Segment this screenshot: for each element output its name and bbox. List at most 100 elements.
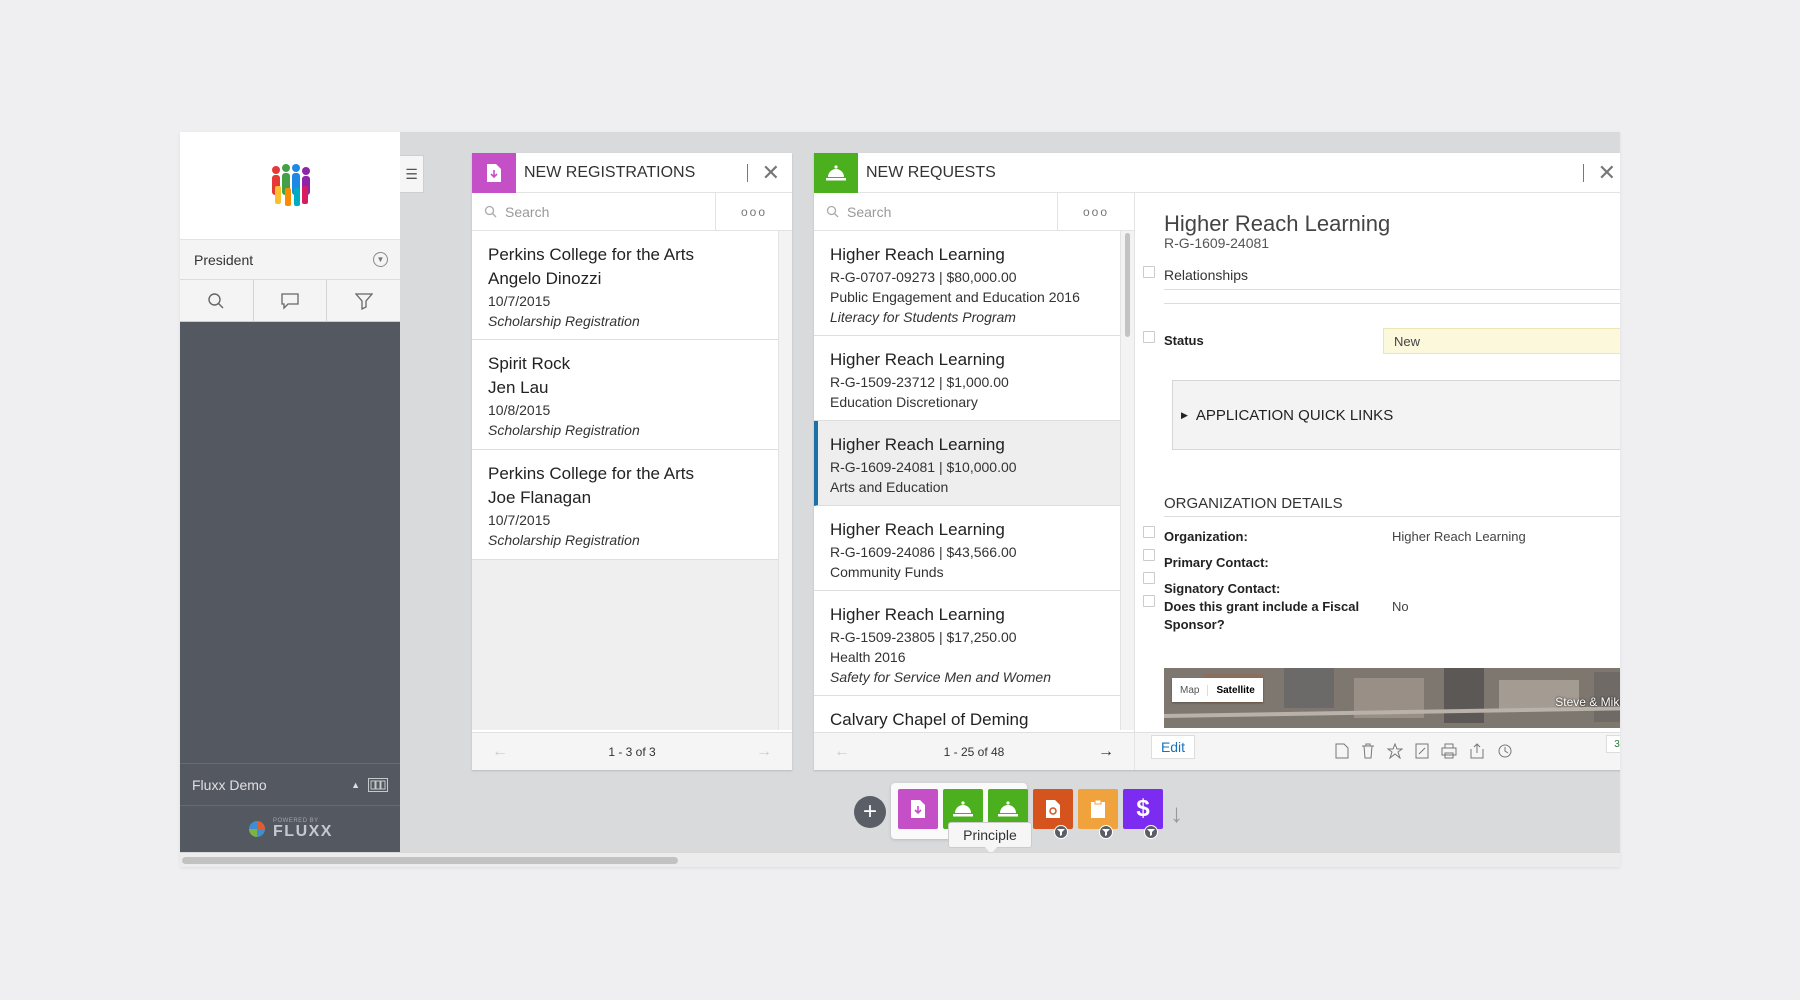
organization-value[interactable]: Higher Reach Learning — [1392, 529, 1526, 544]
document-icon — [1143, 549, 1155, 561]
status-field[interactable]: New — [1383, 328, 1620, 354]
detail-footer-toolbar: Edit 3 — [1134, 732, 1620, 770]
dock-registrations-icon[interactable] — [898, 789, 938, 829]
role-selector[interactable]: President ▼ — [180, 240, 400, 280]
list-item[interactable]: Calvary Chapel of Deming — [814, 696, 1120, 730]
requests-list: Higher Reach Learning R-G-0707-09273 | $… — [814, 231, 1134, 730]
list-item[interactable]: Spirit Rock Jen Lau 10/8/2015 Scholarshi… — [472, 340, 778, 450]
plus-icon: + — [862, 798, 877, 825]
trash-icon[interactable] — [1361, 743, 1375, 759]
satellite-map[interactable]: Map Satellite Steve & Mike Pl — [1164, 668, 1620, 728]
scrollbar-thumb[interactable] — [1125, 233, 1130, 337]
menu-toggle-button[interactable]: ☰ — [400, 155, 424, 193]
list-item-selected[interactable]: Higher Reach Learning R-G-1609-24081 | $… — [814, 421, 1120, 506]
vertical-scrollbar[interactable] — [1120, 231, 1134, 730]
workspace-label: Fluxx Demo — [192, 776, 267, 793]
card-header: NEW REQUESTS ✕ — [814, 153, 1620, 193]
item-program: Public Engagement and Education 2016 — [830, 289, 1080, 305]
arrow-down-icon[interactable]: ↓ — [1170, 798, 1183, 829]
registration-icon — [472, 153, 516, 193]
count-badge[interactable]: 3 — [1606, 735, 1620, 753]
prev-page-arrow-icon[interactable]: ← — [492, 743, 508, 761]
list-item[interactable]: Perkins College for the Arts Joe Flanaga… — [472, 450, 778, 560]
registrations-list: Perkins College for the Arts Angelo Dino… — [472, 231, 792, 730]
star-icon[interactable] — [1387, 743, 1403, 759]
detail-title: Higher Reach Learning — [1164, 211, 1391, 236]
search-button[interactable] — [180, 280, 254, 321]
share-icon[interactable] — [1469, 743, 1485, 759]
item-initiative: Safety for Service Men and Women — [830, 669, 1051, 685]
item-id-amount: R-G-1509-23805 | $17,250.00 — [830, 629, 1017, 645]
relationships-heading[interactable]: Relationships — [1164, 267, 1248, 283]
more-options-button[interactable]: ooo — [1058, 193, 1134, 230]
item-date: 10/7/2015 — [488, 293, 551, 309]
item-date: 10/8/2015 — [488, 402, 551, 418]
item-program: Community Funds — [830, 564, 944, 580]
workspace-switcher[interactable]: Fluxx Demo ▲ — [180, 763, 400, 805]
search-icon — [826, 205, 839, 218]
caret-right-icon: ▶ — [1181, 409, 1188, 420]
vertical-scrollbar[interactable] — [778, 231, 792, 730]
refresh-icon[interactable] — [1497, 743, 1513, 759]
more-options-button[interactable]: ooo — [716, 193, 792, 230]
fiscal-sponsor-label-line2: Sponsor? — [1164, 617, 1225, 632]
filter-icon[interactable] — [1054, 825, 1068, 839]
dashboard-layout-icon[interactable] — [368, 777, 388, 792]
close-icon[interactable]: ✕ — [762, 161, 780, 184]
document-icon — [1143, 331, 1155, 343]
list-item[interactable]: Higher Reach Learning R-G-1609-24086 | $… — [814, 506, 1120, 591]
list-item[interactable]: Higher Reach Learning R-G-1509-23805 | $… — [814, 591, 1120, 696]
map-type-toggle: Map Satellite — [1172, 678, 1263, 702]
document-icon — [1143, 266, 1155, 278]
pdf-icon[interactable] — [1415, 743, 1429, 759]
dock-tooltip: Principle — [948, 822, 1032, 854]
item-organization: Perkins College for the Arts — [488, 464, 694, 483]
card-header: NEW REGISTRATIONS ✕ — [472, 153, 792, 193]
edit-button[interactable]: Edit — [1151, 735, 1195, 759]
caret-up-icon: ▲ — [351, 779, 360, 790]
print-icon[interactable] — [1441, 743, 1457, 759]
horizontal-scrollbar[interactable] — [180, 852, 1620, 867]
status-label: Status — [1164, 333, 1204, 348]
search-input[interactable]: Search — [814, 193, 1058, 230]
close-icon[interactable]: ✕ — [1598, 161, 1616, 184]
scrollbar-thumb[interactable] — [182, 857, 678, 864]
list-item[interactable]: Perkins College for the Arts Angelo Dino… — [472, 231, 778, 340]
item-organization: Spirit Rock — [488, 354, 571, 373]
new-requests-card: NEW REQUESTS ✕ Search ooo Higher Reach L… — [814, 153, 1620, 770]
satellite-button[interactable]: Satellite — [1207, 684, 1262, 696]
dock-payments-icon[interactable]: $ — [1123, 789, 1163, 829]
filter-icon[interactable] — [1144, 825, 1158, 839]
next-page-arrow-icon[interactable]: → — [756, 743, 772, 761]
filter-icon[interactable] — [1099, 825, 1113, 839]
item-initiative: Literacy for Students Program — [830, 309, 1016, 325]
pagination-bar: ← 1 - 25 of 48 → — [814, 732, 1134, 770]
application-quick-links[interactable]: ▶ APPLICATION QUICK LINKS — [1172, 380, 1620, 450]
document-add-icon[interactable] — [1335, 743, 1349, 759]
primary-contact-label: Primary Contact: — [1164, 555, 1269, 570]
prev-page-arrow-icon[interactable]: ← — [834, 743, 850, 761]
map-button[interactable]: Map — [1172, 685, 1207, 696]
app-window: President ▼ Fluxx Demo ▲ POWERED BY FLUX… — [180, 132, 1620, 867]
fiscal-sponsor-label: Does this grant include a Fiscal Sponsor… — [1164, 598, 1359, 634]
next-page-arrow-icon[interactable]: → — [1098, 743, 1114, 761]
filter-button[interactable] — [327, 280, 400, 321]
item-person: Jen Lau — [488, 378, 549, 397]
item-program: Arts and Education — [830, 479, 949, 495]
list-item[interactable]: Higher Reach Learning R-G-0707-09273 | $… — [814, 231, 1120, 336]
pagination-bar: ← 1 - 3 of 3 → — [472, 732, 792, 770]
pagination-text: 1 - 3 of 3 — [608, 744, 656, 759]
pagination-text: 1 - 25 of 48 — [943, 744, 1005, 759]
search-input[interactable]: Search — [472, 193, 716, 230]
item-title: Higher Reach Learning — [830, 520, 1005, 539]
signatory-contact-label: Signatory Contact: — [1164, 581, 1281, 596]
list-item[interactable]: Higher Reach Learning R-G-1509-23712 | $… — [814, 336, 1120, 421]
document-icon — [1143, 526, 1155, 538]
add-card-button[interactable]: + — [854, 796, 886, 828]
item-title: Higher Reach Learning — [830, 435, 1005, 454]
dock-clipboard-icon[interactable] — [1078, 789, 1118, 829]
dock-report-icon[interactable] — [1033, 789, 1073, 829]
divider — [1164, 303, 1620, 304]
powered-by-brand: POWERED BY FLUXX — [180, 805, 400, 852]
comments-button[interactable] — [254, 280, 328, 321]
